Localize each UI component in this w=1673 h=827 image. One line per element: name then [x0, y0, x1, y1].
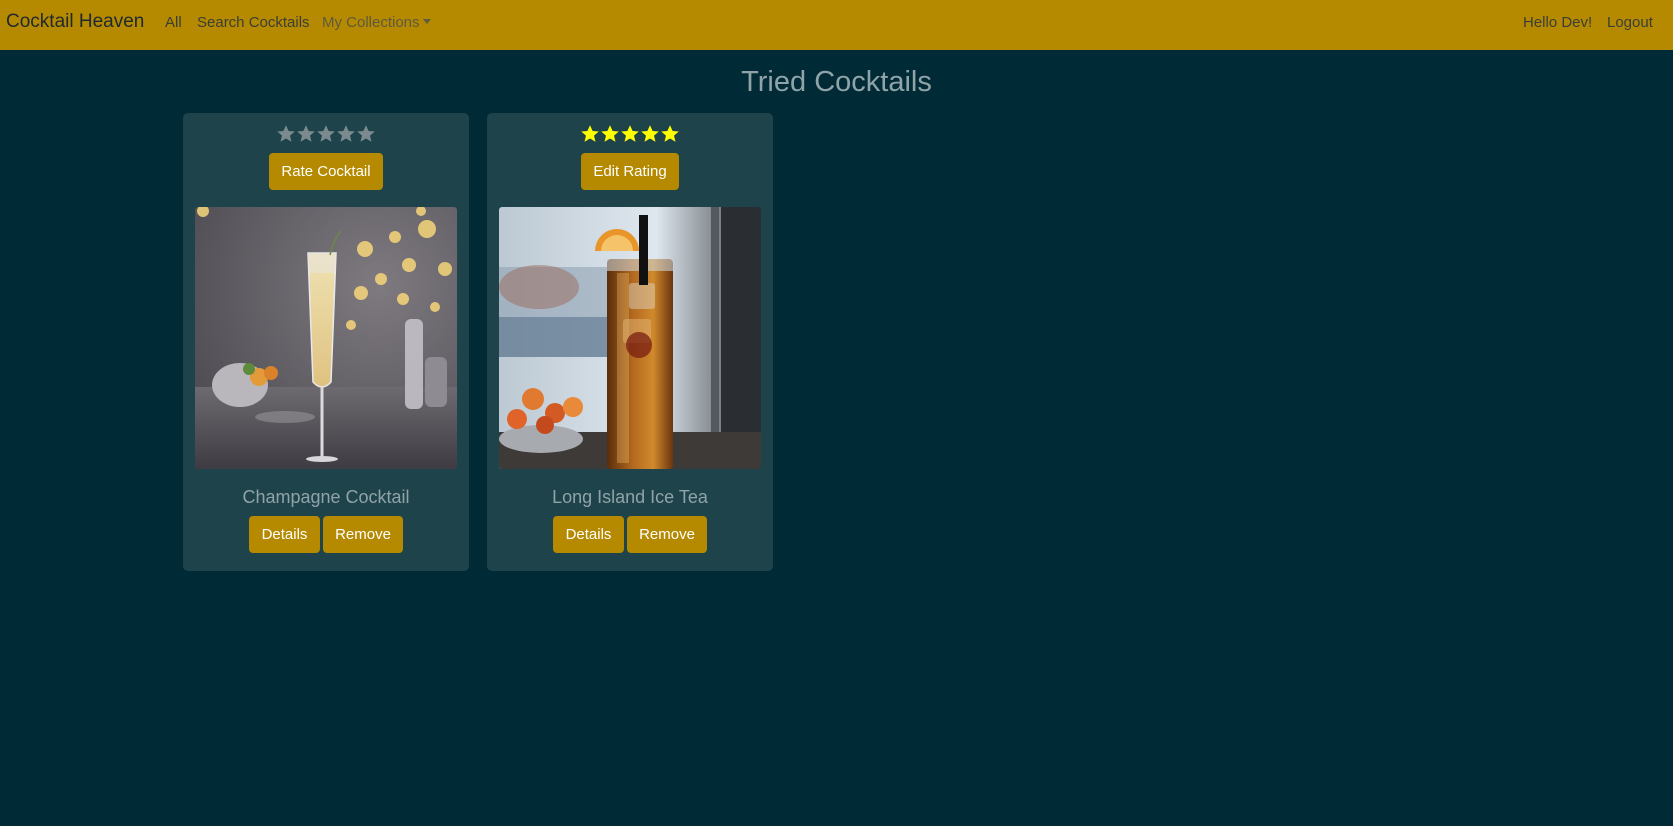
navbar: Cocktail Heaven All Search Cocktails My …: [0, 0, 1673, 50]
star-rating[interactable]: [487, 124, 773, 144]
star-empty-icon[interactable]: [356, 124, 376, 144]
nav-link-search-cocktails[interactable]: Search Cocktails: [197, 14, 310, 31]
star-filled-icon[interactable]: [620, 124, 640, 144]
star-rating[interactable]: [183, 124, 469, 144]
star-filled-icon[interactable]: [660, 124, 680, 144]
nav-dropdown-my-collections[interactable]: My Collections: [322, 14, 431, 31]
cocktail-name: Champagne Cocktail: [242, 487, 410, 507]
remove-button[interactable]: Remove: [627, 516, 707, 553]
details-button[interactable]: Details: [249, 516, 320, 553]
star-empty-icon[interactable]: [276, 124, 296, 144]
star-filled-icon[interactable]: [640, 124, 660, 144]
star-filled-icon[interactable]: [600, 124, 620, 144]
star-empty-icon[interactable]: [316, 124, 336, 144]
edit-rating-button[interactable]: Edit Rating: [581, 153, 679, 190]
star-empty-icon[interactable]: [296, 124, 316, 144]
nav-link-all[interactable]: All: [165, 14, 182, 31]
rate-cocktail-button[interactable]: Rate Cocktail: [269, 153, 383, 190]
star-empty-icon[interactable]: [336, 124, 356, 144]
cocktail-name: Long Island Ice Tea: [552, 487, 708, 507]
champagne-cocktail-image: [195, 207, 457, 469]
long-island-ice-tea-image: [499, 207, 761, 469]
cocktail-card: Rate Cocktail Champagne Cocktail Details…: [183, 113, 469, 571]
cocktail-card: Edit Rating Long Island Ice Tea Details …: [487, 113, 773, 571]
greeting-text: Hello Dev!: [1523, 14, 1593, 31]
nav-dropdown-label: My Collections: [322, 14, 420, 31]
app-root: Cocktail Heaven All Search Cocktails My …: [0, 0, 1673, 826]
remove-button[interactable]: Remove: [323, 516, 403, 553]
brand-link[interactable]: Cocktail Heaven: [6, 11, 144, 33]
caret-down-icon: [422, 19, 431, 24]
details-button[interactable]: Details: [553, 516, 624, 553]
logout-link[interactable]: Logout: [1607, 14, 1653, 31]
star-filled-icon[interactable]: [580, 124, 600, 144]
page-title: Tried Cocktails: [741, 66, 932, 98]
